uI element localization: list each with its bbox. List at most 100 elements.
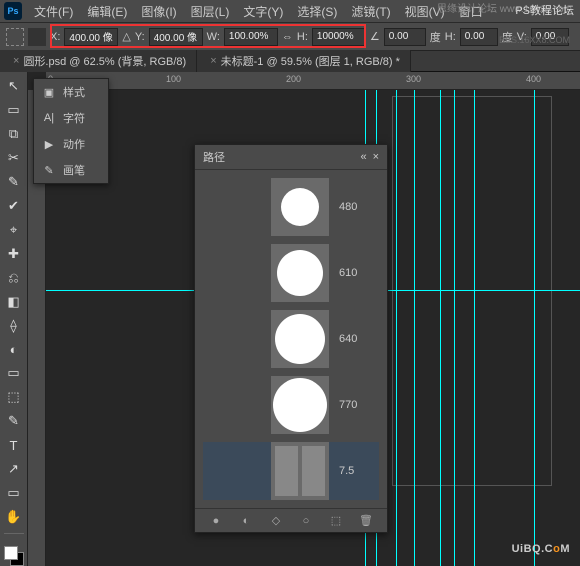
delete-path-button[interactable]: 🗑 <box>358 513 374 529</box>
menu-edit[interactable]: 编辑(E) <box>81 1 133 22</box>
h-label: H: <box>297 31 308 43</box>
path-thumb <box>271 376 329 434</box>
load-selection-button[interactable]: ◇ <box>268 513 284 529</box>
menu-type[interactable]: 文字(Y) <box>237 1 289 22</box>
y-label: Y: <box>135 31 145 43</box>
options-bar: X: △ Y: W: ⇔ H: ∠ 度 H: 度 V: BBS.16XX8.CO… <box>0 22 580 50</box>
close-icon[interactable]: × <box>373 151 379 163</box>
watermark-top3: BBS.16XX8.COM <box>499 35 570 45</box>
link-icon[interactable]: ⇔ <box>282 31 293 43</box>
angle-input[interactable] <box>384 28 426 46</box>
panel-styles[interactable]: ▣样式 <box>34 79 108 105</box>
path-item[interactable]: 640 <box>203 310 379 368</box>
panel-character[interactable]: A|字符 <box>34 105 108 131</box>
ruler-tick: 400 <box>526 74 541 84</box>
paths-panel-header[interactable]: 路径 « × <box>195 145 387 170</box>
menu-layer[interactable]: 图层(L) <box>185 1 236 22</box>
triangle-icon: △ <box>122 30 130 43</box>
path-select-tool[interactable]: T <box>3 435 25 455</box>
blur-tool[interactable]: ◐ <box>3 339 25 359</box>
path-thumb <box>271 178 329 236</box>
x-input[interactable] <box>64 28 118 46</box>
menu-select[interactable]: 选择(S) <box>291 1 343 22</box>
pen-tool[interactable]: ⬚ <box>3 387 25 407</box>
tab-doc-2[interactable]: ×未标题-1 @ 59.5% (图层 1, RGB/8) * <box>197 50 411 72</box>
reference-point-icon[interactable] <box>28 28 46 46</box>
zoom-tool[interactable]: ✋ <box>3 507 25 527</box>
menu-filter[interactable]: 滤镜(T) <box>345 1 396 22</box>
guide-vertical[interactable] <box>474 90 475 566</box>
w-input[interactable] <box>224 28 278 46</box>
history-brush-tool[interactable]: ⎌ <box>3 268 25 288</box>
path-value: 770 <box>339 399 379 411</box>
crop-tool[interactable]: ✂ <box>3 148 25 168</box>
make-workpath-button[interactable]: ○ <box>298 513 314 529</box>
lasso-tool[interactable]: ⧉ <box>3 124 25 144</box>
toolbar: ↖ ▭ ⧉ ✂ ✎ ✔ ⌖ ✚ ⎌ ◧ ⟠ ◐ ▭ ⬚ ✎ T ↗ ▭ ✋ <box>0 72 28 566</box>
guide-vertical[interactable] <box>534 90 535 566</box>
angle-icon: ∠ <box>370 30 380 43</box>
path-thumb <box>271 310 329 368</box>
marquee-tool[interactable]: ▭ <box>3 100 25 120</box>
guide-vertical[interactable] <box>414 90 415 566</box>
eyedropper-tool[interactable]: ✎ <box>3 172 25 192</box>
tab-close-icon[interactable]: × <box>210 55 216 67</box>
h2-input[interactable] <box>460 28 498 46</box>
move-tool[interactable]: ↖ <box>3 76 25 96</box>
guide-vertical[interactable] <box>440 90 441 566</box>
character-icon: A| <box>42 112 56 124</box>
opt-icon[interactable] <box>6 28 24 46</box>
path-item[interactable]: 610 <box>203 244 379 302</box>
panel-actions[interactable]: ▶动作 <box>34 131 108 157</box>
x-label: X: <box>50 31 60 43</box>
brushes-icon: ✎ <box>42 164 56 177</box>
tool-separator <box>4 533 24 534</box>
paths-list: 480 610 640 770 7.5 <box>195 170 387 508</box>
actions-icon: ▶ <box>42 138 56 151</box>
brush-tool[interactable]: ⌖ <box>3 220 25 240</box>
type-tool[interactable]: ✎ <box>3 411 25 431</box>
menu-image[interactable]: 图像(I) <box>135 1 182 22</box>
brand-watermark: UiBQ.CoM <box>512 535 570 558</box>
ruler-tick: 200 <box>286 74 301 84</box>
ruler-horizontal[interactable]: 0 100 200 300 400 <box>46 72 580 90</box>
color-swatch[interactable] <box>4 546 24 566</box>
heal-tool[interactable]: ✔ <box>3 196 25 216</box>
ruler-tick: 300 <box>406 74 421 84</box>
eraser-tool[interactable]: ◧ <box>3 292 25 312</box>
guide-vertical[interactable] <box>396 90 397 566</box>
app-root: Ps 文件(F) 编辑(E) 图像(I) 图层(L) 文字(Y) 选择(S) 滤… <box>0 0 580 566</box>
deg-label: 度 <box>430 29 441 45</box>
fill-path-button[interactable]: ● <box>208 513 224 529</box>
path-item[interactable]: 480 <box>203 178 379 236</box>
panel-dock: ▣样式 A|字符 ▶动作 ✎画笔 <box>33 78 109 184</box>
shape-tool[interactable]: ↗ <box>3 459 25 479</box>
dodge-tool[interactable]: ▭ <box>3 363 25 383</box>
stroke-path-button[interactable]: ◐ <box>238 513 254 529</box>
hand-tool[interactable]: ▭ <box>3 483 25 503</box>
new-path-button[interactable]: ⬚ <box>328 513 344 529</box>
tab-close-icon[interactable]: × <box>13 55 19 67</box>
path-item-selected[interactable]: 7.5 <box>203 442 379 500</box>
path-value: 640 <box>339 333 379 345</box>
path-thumb <box>271 244 329 302</box>
stamp-tool[interactable]: ✚ <box>3 244 25 264</box>
path-value: 480 <box>339 201 379 213</box>
tab-doc-1[interactable]: ×圆形.psd @ 62.5% (背景, RGB/8) <box>0 50 197 72</box>
w-label: W: <box>207 31 220 43</box>
app-logo: Ps <box>4 2 22 20</box>
guide-vertical[interactable] <box>454 90 455 566</box>
h-input[interactable] <box>312 28 366 46</box>
gradient-tool[interactable]: ⟠ <box>3 316 25 336</box>
menu-file[interactable]: 文件(F) <box>28 1 79 22</box>
paths-panel-title: 路径 <box>203 149 225 165</box>
styles-icon: ▣ <box>42 86 56 99</box>
path-value: 7.5 <box>339 465 379 477</box>
paths-footer: ● ◐ ◇ ○ ⬚ 🗑 <box>195 508 387 532</box>
path-item[interactable]: 770 <box>203 376 379 434</box>
collapse-icon[interactable]: « <box>360 151 366 163</box>
path-thumb <box>271 442 329 500</box>
panel-brushes[interactable]: ✎画笔 <box>34 157 108 183</box>
y-input[interactable] <box>149 28 203 46</box>
artboard-rect <box>392 96 552 486</box>
